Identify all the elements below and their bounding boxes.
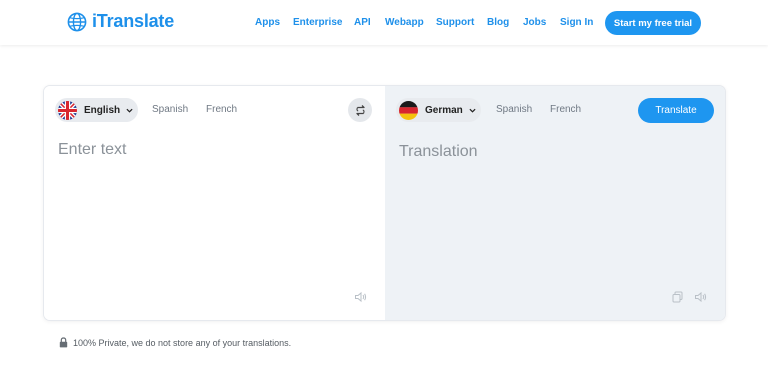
chevron-down-icon — [126, 108, 133, 113]
source-text-input[interactable] — [58, 141, 368, 281]
source-language-selector[interactable]: English — [55, 98, 138, 122]
privacy-text: 100% Private, we do not store any of you… — [73, 337, 292, 348]
free-trial-button[interactable]: Start my free trial — [605, 11, 701, 35]
swap-languages-button[interactable] — [348, 98, 372, 122]
source-pane: English Spanish French — [44, 86, 385, 320]
target-language-label: German — [425, 104, 463, 116]
source-option-spanish[interactable]: Spanish — [152, 104, 188, 115]
speaker-icon[interactable] — [694, 291, 707, 303]
privacy-note: 100% Private, we do not store any of you… — [59, 337, 291, 348]
translate-button[interactable]: Translate — [638, 98, 714, 123]
speaker-icon[interactable] — [354, 291, 367, 303]
germany-flag-icon — [399, 100, 418, 120]
source-language-label: English — [84, 104, 121, 116]
lock-icon — [59, 337, 68, 348]
top-navbar: iTranslate Apps Enterprise API Webapp Su… — [0, 0, 768, 45]
globe-icon — [67, 12, 87, 31]
translation-output: Translation — [399, 143, 478, 160]
nav-link-support[interactable]: Support — [436, 17, 474, 28]
brand-name: iTranslate — [92, 11, 175, 31]
target-option-french[interactable]: French — [550, 104, 581, 115]
nav-link-api[interactable]: API — [354, 17, 371, 28]
swap-icon — [355, 104, 365, 116]
brand-logo[interactable]: iTranslate — [67, 11, 174, 32]
nav-link-jobs[interactable]: Jobs — [523, 17, 546, 28]
target-pane: German Spanish French Translate Translat… — [385, 86, 725, 320]
uk-flag-icon — [58, 100, 77, 120]
copy-icon[interactable] — [671, 291, 684, 303]
target-language-selector[interactable]: German — [396, 98, 481, 122]
target-option-spanish[interactable]: Spanish — [496, 104, 532, 115]
nav-link-sign-in[interactable]: Sign In — [560, 17, 593, 28]
nav-link-blog[interactable]: Blog — [487, 17, 509, 28]
nav-link-apps[interactable]: Apps — [255, 17, 280, 28]
nav-link-webapp[interactable]: Webapp — [385, 17, 424, 28]
source-option-french[interactable]: French — [206, 104, 237, 115]
nav-link-enterprise[interactable]: Enterprise — [293, 17, 342, 28]
translator-panel: English Spanish French Enter text German… — [43, 85, 726, 321]
chevron-down-icon — [469, 108, 476, 113]
